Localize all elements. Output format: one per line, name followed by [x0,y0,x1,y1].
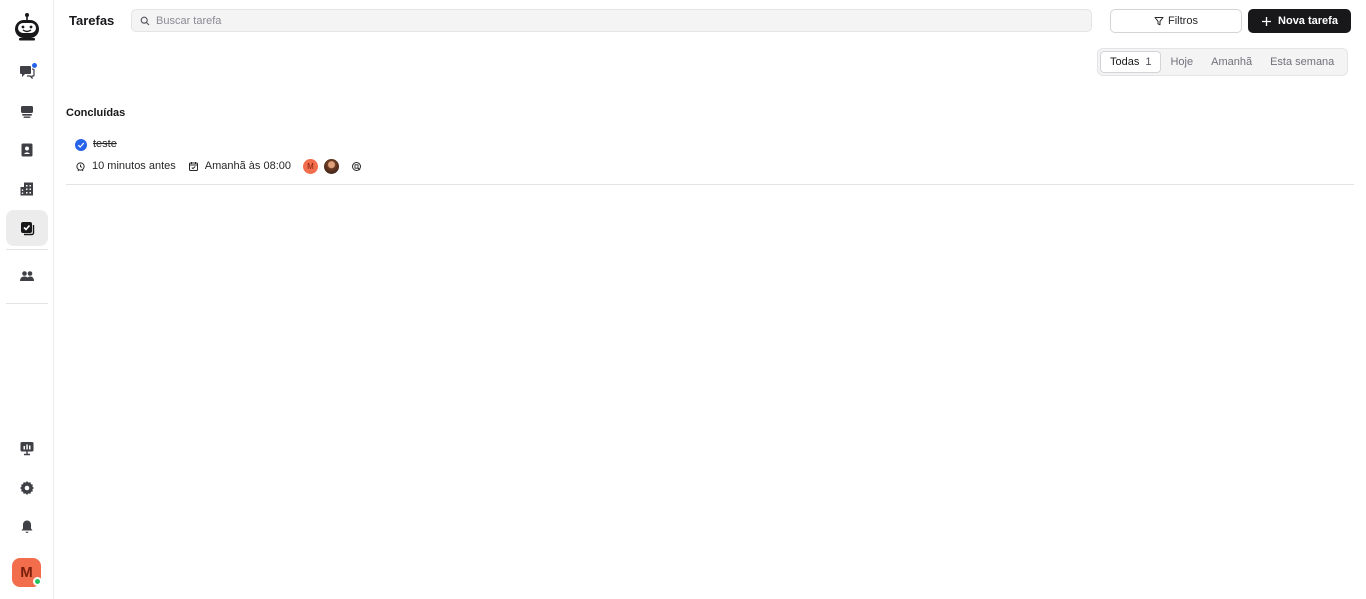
sidebar: M [0,0,54,599]
tab-todas[interactable]: Todas 1 [1100,51,1162,73]
calendar-check-icon [188,161,198,171]
sidebar-item-contacts[interactable] [6,133,48,167]
search-icon [140,16,150,25]
assignee-avatar[interactable]: M [303,158,319,174]
search-input[interactable] [156,14,1056,27]
task-due-date[interactable]: Amanhã às 08:00 [188,160,291,172]
app-logo-icon[interactable] [13,12,41,42]
settings-icon [20,481,34,495]
sidebar-item-inbox[interactable] [6,94,48,128]
team-icon [20,271,34,281]
tab-label: Hoje [1170,56,1194,68]
user-avatar-initial: M [20,564,33,581]
task-row[interactable]: teste 10 minutos antes Amanhã às 08:00 M [66,134,1354,185]
section-title-concluidas: Concluídas [66,107,126,119]
search-bar[interactable] [131,9,1092,32]
task-title[interactable]: teste [93,138,117,150]
sidebar-item-companies[interactable] [6,172,48,206]
tab-hoje[interactable]: Hoje [1161,51,1202,73]
period-tabs: Todas 1 Hoje Amanhã Esta semana [1097,48,1348,76]
task-created: 10 minutos antes [75,160,176,172]
company-link-icon [352,161,362,171]
tab-label: Amanhã [1211,56,1253,68]
tasks-icon [21,222,35,236]
filters-button-label: Filtros [1168,15,1198,27]
sidebar-divider [6,249,48,250]
contacts-icon [21,143,33,157]
task-company-link[interactable] [351,161,368,172]
filter-icon [1154,17,1164,26]
reports-icon [20,442,34,456]
sidebar-item-team[interactable] [6,259,48,293]
alarm-icon [76,161,85,171]
task-created-text: 10 minutos antes [92,160,176,172]
task-meta: 10 minutos antes Amanhã às 08:00 M [75,158,368,174]
assignee-initial: M [307,161,314,171]
online-status-indicator [33,577,42,586]
unread-badge [31,62,38,69]
tab-amanha[interactable]: Amanhã [1202,51,1261,73]
inbox-icon [21,106,33,118]
tab-label: Todas [1110,56,1140,68]
page-title: Tarefas [69,13,115,28]
new-task-button[interactable]: Nova tarefa [1248,9,1351,33]
check-icon [77,142,85,148]
sidebar-item-settings[interactable] [6,471,48,505]
task-due-text: Amanhã às 08:00 [204,160,292,172]
filters-button[interactable]: Filtros [1110,9,1242,33]
tab-label: Esta semana [1270,56,1335,68]
tab-count: 1 [1145,56,1152,68]
bell-icon [21,520,33,534]
plus-icon [1262,16,1272,26]
sidebar-item-conversations[interactable] [6,54,48,88]
tab-esta-semana[interactable]: Esta semana [1261,51,1343,73]
sidebar-divider [6,303,48,304]
sidebar-item-tasks[interactable] [6,210,48,246]
companies-icon [20,182,33,196]
contact-avatar[interactable] [324,158,340,174]
sidebar-item-reports[interactable] [6,431,48,465]
sidebar-item-notifications[interactable] [6,510,48,544]
task-complete-checkbox[interactable] [75,139,87,151]
new-task-button-label: Nova tarefa [1278,15,1338,27]
